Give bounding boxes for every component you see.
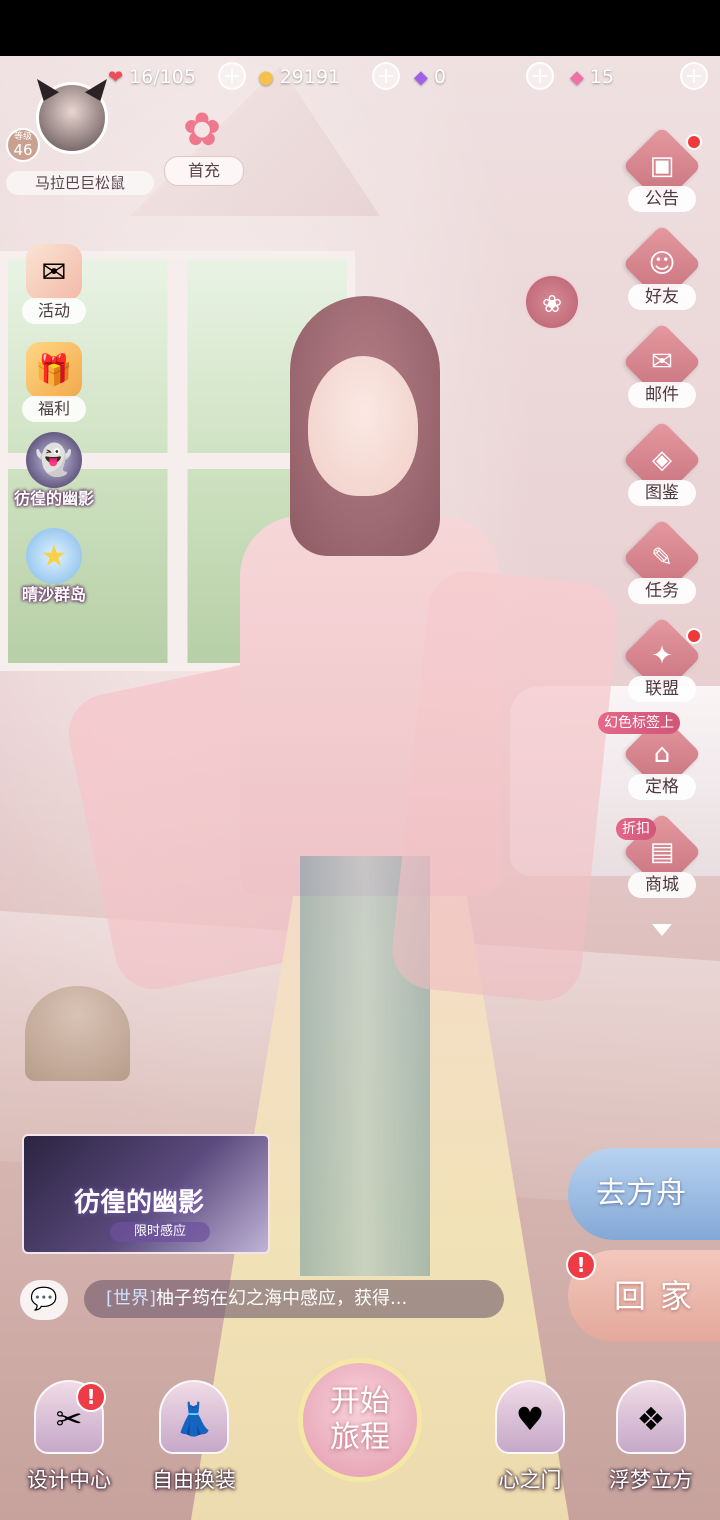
coin-value: 29191 — [279, 66, 341, 88]
dress-icon: 👗 — [159, 1380, 229, 1454]
gallery-button[interactable]: ◈ 图鉴 — [622, 420, 706, 516]
alliance-red-dot — [686, 628, 702, 644]
cat-ear-icon — [85, 79, 107, 101]
notice-red-dot — [686, 134, 702, 150]
level-number: 46 — [13, 141, 33, 159]
photo-tag-badge: 幻色标签上 — [598, 712, 680, 734]
alliance-button[interactable]: ✦ 联盟 — [622, 616, 706, 712]
add-pink-gem-button[interactable]: + — [680, 62, 708, 90]
cat-ear-icon — [37, 79, 59, 101]
character-face — [308, 356, 418, 496]
start-journey-line1: 开始 — [330, 1384, 390, 1419]
heart-gate-icon: ♥ — [495, 1380, 565, 1454]
first-charge-button[interactable]: ✿ 首充 — [164, 104, 244, 188]
free-dress-button[interactable]: 👗 自由换装 — [139, 1372, 249, 1502]
rose-orb-button[interactable]: ❀ — [524, 274, 580, 330]
notice-label: 公告 — [628, 186, 696, 212]
character-model[interactable] — [61, 296, 622, 1520]
floating-cube-label: 浮梦立方 — [609, 1468, 693, 1492]
chat-channel: [世界] — [106, 1288, 157, 1309]
go-to-ark-button[interactable]: 去方舟 — [568, 1148, 720, 1240]
alliance-label: 联盟 — [628, 676, 696, 702]
floating-cube-button[interactable]: ❖ 浮梦立方 — [596, 1372, 706, 1502]
mail-label: 邮件 — [628, 382, 696, 408]
gift-icon: 🎁 — [26, 342, 82, 398]
purple-gem-icon: ◆ — [414, 66, 428, 88]
design-center-alert-icon: ! — [76, 1382, 106, 1412]
wandering-ghost-event-button[interactable]: 👻 彷徨的幽影 — [8, 432, 98, 522]
wandering-ghost-label: 彷徨的幽影 — [13, 489, 94, 508]
start-journey-button[interactable]: 开始 旅程 — [298, 1358, 422, 1482]
friends-button[interactable]: ☺ 好友 — [622, 224, 706, 320]
chat-icon[interactable]: 💬 — [20, 1280, 68, 1320]
add-stamina-button[interactable]: + — [218, 62, 246, 90]
tasks-button[interactable]: ✎ 任务 — [622, 518, 706, 614]
friends-label: 好友 — [628, 284, 696, 310]
event-banner-title: 彷徨的幽影 — [74, 1188, 205, 1218]
player-profile[interactable]: 等级 46 马拉巴巨松鼠 — [6, 78, 156, 198]
purple-gem-counter: ◆ 0 — [414, 64, 446, 90]
welfare-label: 福利 — [22, 396, 86, 422]
cube-icon: ❖ — [616, 1380, 686, 1454]
pink-gem-counter: ◆ 15 — [570, 64, 614, 90]
welfare-button[interactable]: 🎁 福利 — [8, 342, 98, 432]
shop-label: 商城 — [628, 872, 696, 898]
purple-gem-value: 0 — [433, 66, 446, 88]
activity-button[interactable]: ✉ 活动 — [8, 244, 98, 334]
sakura-icon: ✿ — [182, 102, 222, 156]
pink-gem-value: 15 — [589, 66, 615, 88]
gallery-label: 图鉴 — [628, 480, 696, 506]
mail-button[interactable]: ✉ 邮件 — [622, 322, 706, 418]
sunny-sand-islands-button[interactable]: ★ 晴沙群岛 — [8, 528, 98, 618]
player-name: 马拉巴巨松鼠 — [6, 171, 154, 195]
ghost-icon: 👻 — [26, 432, 82, 488]
envelope-icon: ✉ — [26, 244, 82, 300]
heart-gate-label: 心之门 — [498, 1468, 562, 1492]
coin-icon: ● — [258, 66, 274, 88]
flower-vase — [25, 986, 130, 1081]
world-chat-bar[interactable]: [世界]柚子筠在幻之海中感应，获得... — [84, 1280, 504, 1318]
event-banner[interactable]: 彷徨的幽影 限时感应 — [22, 1134, 270, 1254]
notice-button[interactable]: ▣ 公告 — [622, 126, 706, 222]
go-home-label: 回家 — [614, 1277, 707, 1315]
design-center-label: 设计中心 — [27, 1468, 111, 1492]
activity-label: 活动 — [22, 298, 86, 324]
star-icon: ★ — [26, 528, 82, 584]
first-charge-label: 首充 — [164, 156, 244, 186]
add-purple-gem-button[interactable]: + — [526, 62, 554, 90]
level-badge: 等级 46 — [6, 128, 40, 162]
home-alert-icon: ! — [566, 1250, 596, 1280]
photo-label: 定格 — [628, 774, 696, 800]
add-coin-button[interactable]: + — [372, 62, 400, 90]
start-journey-line2: 旅程 — [330, 1420, 390, 1455]
event-banner-subtitle: 限时感应 — [110, 1222, 210, 1242]
chat-message: 柚子筠在幻之海中感应，获得... — [156, 1288, 408, 1309]
tasks-label: 任务 — [628, 578, 696, 604]
go-to-ark-label: 去方舟 — [596, 1176, 686, 1211]
design-center-button[interactable]: ✂ 设计中心 — [14, 1372, 124, 1502]
chevron-down-icon[interactable] — [652, 924, 672, 936]
discount-badge: 折扣 — [616, 818, 656, 840]
free-dress-label: 自由换装 — [152, 1468, 236, 1492]
avatar[interactable] — [36, 79, 108, 154]
coin-counter: ● 29191 — [258, 64, 340, 90]
pink-gem-icon: ◆ — [570, 66, 584, 88]
heart-gate-button[interactable]: ♥ 心之门 — [475, 1372, 585, 1502]
sunny-sand-islands-label: 晴沙群岛 — [21, 585, 86, 604]
